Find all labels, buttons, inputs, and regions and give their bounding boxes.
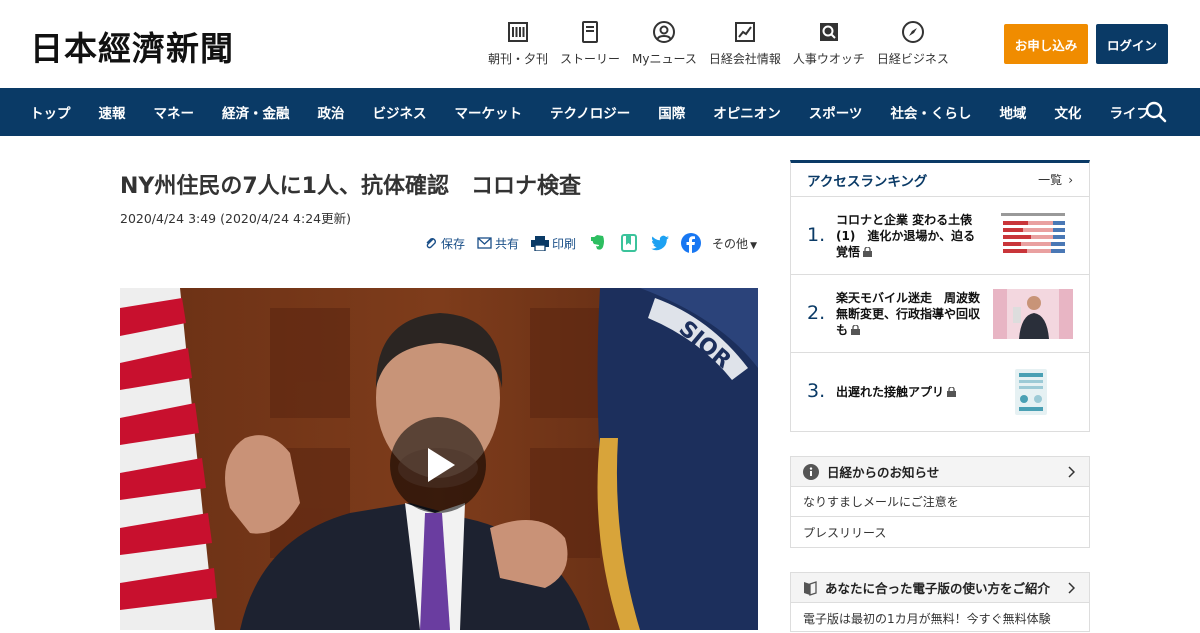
- evernote-icon[interactable]: [588, 233, 608, 253]
- notice-item[interactable]: なりすましメールにご注意を: [791, 487, 1089, 517]
- user-icon: [653, 21, 676, 43]
- video-player[interactable]: SIOR: [120, 288, 758, 630]
- newspaper-icon: [508, 22, 528, 42]
- share-bar: 保存 共有 印刷 その他 ▼: [424, 232, 757, 254]
- chart-icon: [734, 22, 755, 42]
- play-button[interactable]: [390, 417, 486, 513]
- story-icon: [582, 21, 599, 43]
- nav-item-politics[interactable]: 政治: [304, 102, 359, 122]
- rank-number: 3.: [807, 380, 826, 402]
- app-thumbnail: [993, 367, 1073, 417]
- article-title: NY州住民の7人に1人、抗体確認 コロナ検査: [120, 174, 581, 199]
- rank-number: 2.: [807, 302, 826, 324]
- nav-item-opinion[interactable]: オピニオン: [699, 102, 795, 122]
- tool-nikkei-business[interactable]: 日経ビジネス: [877, 20, 949, 67]
- print-button[interactable]: 印刷: [531, 235, 576, 252]
- article-date: 2020/4/24 3:49 (2020/4/24 4:24更新): [120, 211, 351, 226]
- save-label: 保存: [441, 236, 466, 251]
- tool-label: 朝刊・夕刊: [488, 52, 549, 66]
- mail-icon: [477, 237, 492, 249]
- rank-headline: 出遅れた接触アプリ: [836, 353, 986, 431]
- chevron-right-icon: [1068, 466, 1075, 478]
- search-person-icon: [819, 23, 838, 41]
- ranking-item[interactable]: 3. 出遅れた接触アプリ: [791, 353, 1089, 431]
- ranking-header: アクセスランキング 一覧 ›: [791, 163, 1089, 197]
- rank-headline: コロナと企業 変わる土俵(1) 進化か退場か、迫る覚悟: [836, 197, 986, 275]
- apply-button[interactable]: お申し込み: [1004, 24, 1088, 64]
- nav-item-international[interactable]: 国際: [644, 102, 699, 122]
- nav-item-top[interactable]: トップ: [0, 102, 85, 122]
- photo-thumbnail: [993, 289, 1073, 339]
- share-more-button[interactable]: その他 ▼: [712, 235, 757, 252]
- nav-item-region[interactable]: 地域: [985, 102, 1040, 122]
- notice-header[interactable]: 日経からのお知らせ: [791, 457, 1089, 487]
- rank-text: コロナと企業 変わる土俵(1) 進化か退場か、迫る覚悟: [836, 213, 976, 259]
- tool-company-info[interactable]: 日経会社情報: [709, 20, 781, 67]
- nav-item-business[interactable]: ビジネス: [359, 102, 441, 122]
- bookmark-note-icon[interactable]: [619, 233, 639, 253]
- more-label: 一覧: [1038, 173, 1063, 187]
- nav-item-society[interactable]: 社会・くらし: [876, 102, 985, 122]
- login-button[interactable]: ログイン: [1096, 24, 1168, 64]
- rank-text: 出遅れた接触アプリ: [836, 385, 945, 399]
- caret-down-icon: ▼: [750, 240, 757, 251]
- tool-label: Myニュース: [632, 52, 697, 66]
- guide-header[interactable]: あなたに合った電子版の使い方をご紹介: [791, 573, 1089, 603]
- nav-item-technology[interactable]: テクノロジー: [536, 102, 644, 122]
- compass-icon: [901, 21, 924, 43]
- notice-title: 日経からのお知らせ: [827, 465, 940, 480]
- tool-label: 日経会社情報: [708, 52, 781, 66]
- guide-title: あなたに合った電子版の使い方をご紹介: [825, 581, 1051, 596]
- tool-label: 日経ビジネス: [876, 52, 949, 66]
- twitter-icon[interactable]: [650, 233, 670, 253]
- tool-personnel-watch[interactable]: 人事ウオッチ: [793, 20, 865, 67]
- tool-my-news[interactable]: Myニュース: [632, 20, 697, 67]
- nav-item-breaking[interactable]: 速報: [85, 102, 140, 122]
- book-icon: [804, 580, 817, 596]
- share-label: 共有: [495, 236, 520, 251]
- save-button[interactable]: 保存: [424, 235, 465, 252]
- nav-item-culture[interactable]: 文化: [1040, 102, 1095, 122]
- chart-thumbnail: [993, 211, 1073, 261]
- ranking-more-link[interactable]: 一覧 ›: [1038, 171, 1073, 188]
- nav-item-money[interactable]: マネー: [140, 102, 209, 122]
- ny-state-flag: SIOR: [597, 288, 758, 630]
- tool-label: 人事ウオッチ: [792, 52, 865, 66]
- ranking-title: アクセスランキング: [807, 173, 928, 190]
- search-icon[interactable]: [1144, 100, 1168, 124]
- access-ranking: アクセスランキング 一覧 › 1. コロナと企業 変わる土俵(1) 進化か退場か、…: [790, 160, 1090, 432]
- digital-guide: あなたに合った電子版の使い方をご紹介 電子版は最初の1カ月が無料！今すぐ無料体験: [790, 572, 1090, 632]
- ranking-item[interactable]: 1. コロナと企業 変わる土俵(1) 進化か退場か、迫る覚悟: [791, 197, 1089, 275]
- printer-icon: [531, 235, 550, 251]
- print-label: 印刷: [552, 236, 577, 251]
- tool-label: ストーリー: [560, 52, 621, 66]
- facebook-icon[interactable]: [681, 233, 702, 253]
- lock-icon: [863, 247, 873, 257]
- rank-number: 1.: [807, 224, 826, 246]
- info-icon: [803, 463, 819, 480]
- chevron-right-icon: [1068, 582, 1075, 594]
- site-header: 日本經濟新聞 朝刊・夕刊 ストーリー Myニュース 日経会社情報 人事ウオッチ …: [0, 0, 1200, 88]
- lock-icon: [851, 325, 861, 335]
- main-nav: トップ 速報 マネー 経済・金融 政治 ビジネス マーケット テクノロジー 国際…: [0, 88, 1200, 136]
- rank-headline: 楽天モバイル迷走 周波数無断変更、行政指導や回収も: [836, 275, 986, 353]
- nav-item-sports[interactable]: スポーツ: [795, 102, 877, 122]
- tool-story[interactable]: ストーリー: [560, 20, 620, 67]
- nav-item-economy[interactable]: 経済・金融: [208, 102, 304, 122]
- chevron-right-icon: ›: [1068, 173, 1073, 187]
- nav-item-market[interactable]: マーケット: [441, 102, 537, 122]
- site-logo[interactable]: 日本經濟新聞: [30, 22, 234, 70]
- share-button[interactable]: 共有: [477, 235, 519, 252]
- nav-list: トップ 速報 マネー 経済・金融 政治 ビジネス マーケット テクノロジー 国際…: [0, 88, 1164, 136]
- nikkei-notices: 日経からのお知らせ なりすましメールにご注意を プレスリリース: [790, 456, 1090, 548]
- header-tools: 朝刊・夕刊 ストーリー Myニュース 日経会社情報 人事ウオッチ 日経ビジネス: [488, 20, 961, 67]
- paperclip-icon: [426, 238, 436, 249]
- tool-paper-edition[interactable]: 朝刊・夕刊: [488, 20, 548, 67]
- lock-icon: [947, 387, 957, 397]
- more-label: その他: [712, 236, 749, 251]
- guide-item[interactable]: 電子版は最初の1カ月が無料！今すぐ無料体験: [791, 603, 1089, 633]
- notice-item[interactable]: プレスリリース: [791, 517, 1089, 547]
- video-thumbnail: SIOR: [120, 288, 758, 630]
- ranking-item[interactable]: 2. 楽天モバイル迷走 周波数無断変更、行政指導や回収も: [791, 275, 1089, 353]
